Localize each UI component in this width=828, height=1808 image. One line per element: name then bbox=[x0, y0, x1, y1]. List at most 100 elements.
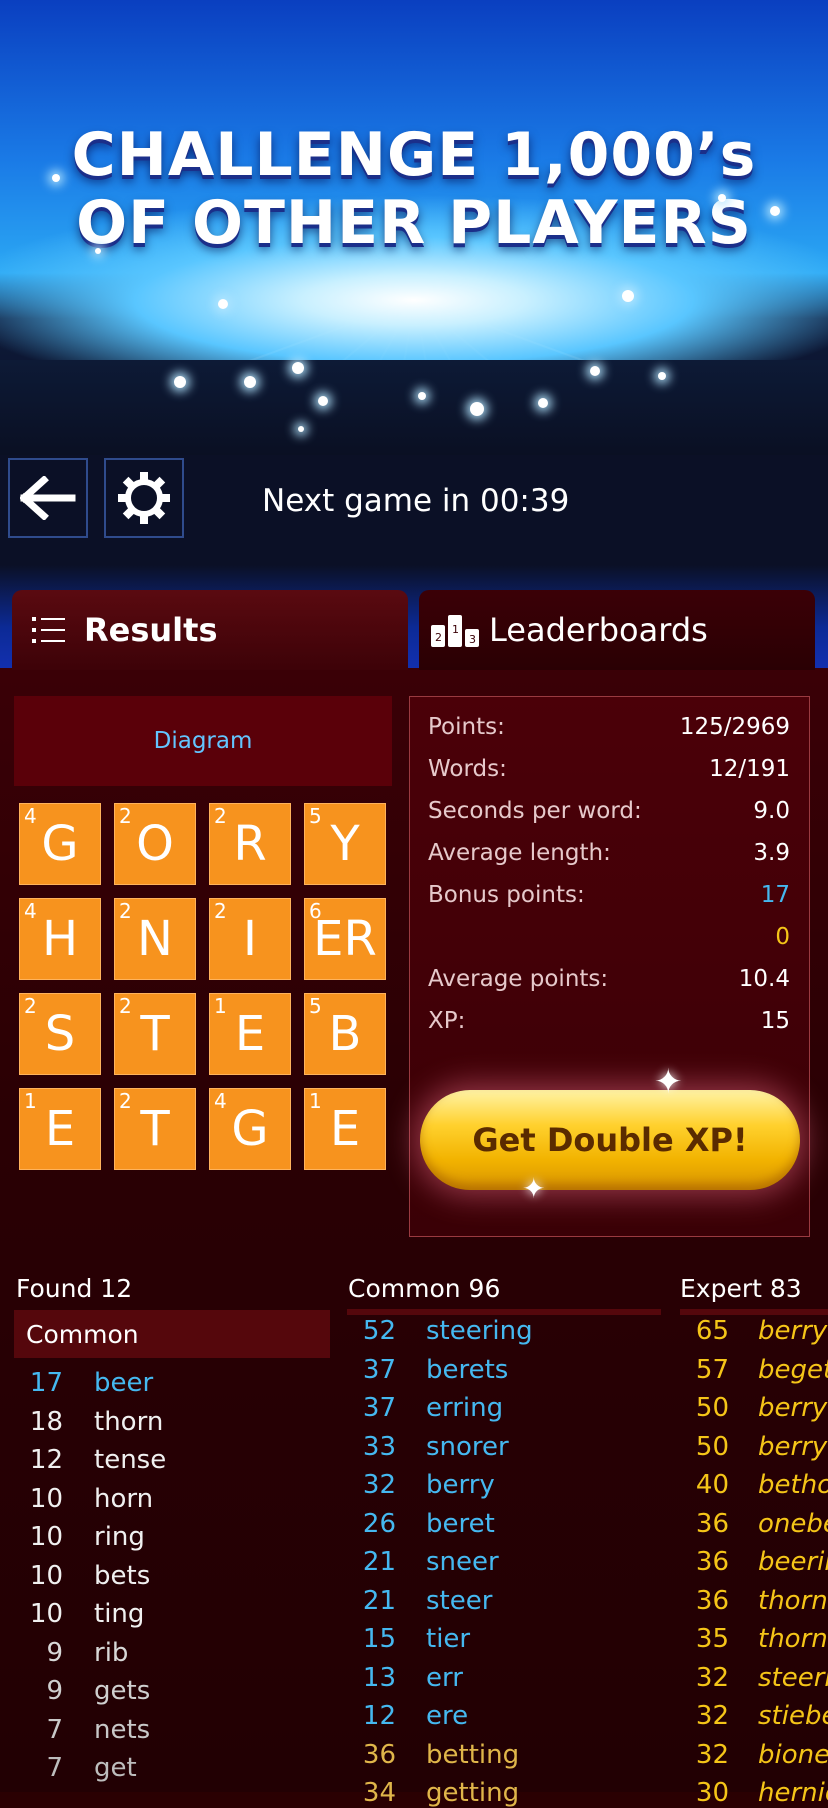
word-text: ring bbox=[94, 1522, 145, 1552]
letter-tile: 4G bbox=[19, 803, 101, 885]
word-text: getting bbox=[426, 1778, 520, 1808]
tab-results[interactable]: Results bbox=[12, 590, 408, 670]
word-score: 9 bbox=[46, 1676, 63, 1706]
tab-results-label: Results bbox=[84, 611, 218, 649]
settings-button[interactable] bbox=[104, 458, 184, 538]
stat-value: 17 bbox=[760, 882, 790, 908]
word-score: 65 bbox=[695, 1316, 729, 1346]
word-text: berry bbox=[758, 1431, 828, 1462]
word-score: 9 bbox=[46, 1637, 63, 1668]
stat-row: XP: 15 bbox=[428, 1008, 790, 1034]
tile-letter: H bbox=[41, 911, 79, 967]
word-score: 57 bbox=[695, 1354, 729, 1385]
common-divider bbox=[347, 1309, 661, 1315]
tile-letter: R bbox=[233, 816, 267, 872]
word-text: get bbox=[94, 1753, 137, 1783]
svg-text:3: 3 bbox=[469, 633, 476, 646]
word-text: thorn bbox=[758, 1624, 828, 1654]
word-text: onebe bbox=[758, 1508, 828, 1539]
word-text: rib bbox=[94, 1637, 129, 1668]
stat-row: Seconds per word: 9.0 bbox=[428, 798, 790, 824]
word-text: beget bbox=[758, 1354, 828, 1385]
stat-label: Seconds per word: bbox=[428, 798, 642, 824]
letter-tile: 2S bbox=[19, 993, 101, 1075]
stat-label: Words: bbox=[428, 756, 507, 782]
word-score: 10 bbox=[29, 1599, 63, 1629]
letter-tile: 5Y bbox=[304, 803, 386, 885]
found-header: Found 12 bbox=[16, 1274, 133, 1303]
hero-banner: CHALLENGE 1,000’s OF OTHER PLAYERS bbox=[0, 0, 828, 455]
stat-row: Points: 125/2969 bbox=[428, 714, 790, 740]
letter-tile: 2N bbox=[114, 898, 196, 980]
stat-value: 10.4 bbox=[738, 966, 790, 992]
tile-letter: E bbox=[234, 1006, 266, 1062]
letter-tile: 6 ER bbox=[304, 898, 386, 980]
diagram-label: Diagram bbox=[153, 728, 253, 754]
word-text: thorn bbox=[94, 1406, 164, 1437]
word-score: 30 bbox=[695, 1778, 729, 1808]
list-icon bbox=[32, 617, 65, 643]
tile-letter: T bbox=[140, 1101, 170, 1157]
diagram-button[interactable]: Diagram bbox=[14, 696, 392, 786]
word-text: sneer bbox=[426, 1547, 499, 1577]
stat-value: 0 bbox=[775, 924, 790, 950]
word-text: horn bbox=[94, 1483, 154, 1514]
word-text: berets bbox=[426, 1354, 509, 1385]
stat-label: Points: bbox=[428, 714, 505, 740]
word-text: berry bbox=[758, 1316, 828, 1346]
word-score: 35 bbox=[695, 1624, 729, 1654]
stat-value: 12/191 bbox=[709, 756, 790, 782]
hero-title-line1: CHALLENGE 1,000’s bbox=[71, 120, 757, 190]
word-text: gets bbox=[94, 1676, 151, 1706]
word-text: steer bbox=[426, 1585, 493, 1616]
letter-tile: 4G bbox=[209, 1088, 291, 1170]
tile-letter: N bbox=[137, 911, 173, 967]
back-button[interactable] bbox=[8, 458, 88, 538]
letter-tile: 2I bbox=[209, 898, 291, 980]
word-text: hernio bbox=[758, 1778, 828, 1808]
word-score: 17 bbox=[29, 1368, 63, 1398]
svg-text:1: 1 bbox=[452, 623, 459, 636]
word-text: beret bbox=[426, 1508, 495, 1539]
stat-label: XP: bbox=[428, 1008, 466, 1034]
word-score: 7 bbox=[46, 1714, 63, 1745]
word-score: 32 bbox=[362, 1470, 396, 1500]
word-score: 12 bbox=[362, 1701, 396, 1731]
tile-letter: T bbox=[140, 1006, 170, 1062]
letter-tile: 1E bbox=[209, 993, 291, 1075]
tab-leaderboards[interactable]: 213 Leaderboards bbox=[419, 590, 815, 670]
stat-value: 3.9 bbox=[753, 840, 790, 866]
stat-row: Words: 12/191 bbox=[428, 756, 790, 782]
svg-text:2: 2 bbox=[435, 631, 442, 644]
tile-letter: G bbox=[41, 816, 79, 872]
letter-tile: 2O bbox=[114, 803, 196, 885]
word-score: 33 bbox=[362, 1431, 396, 1462]
found-subheader: Common bbox=[26, 1320, 139, 1349]
word-score: 10 bbox=[29, 1522, 63, 1552]
letter-tile: 1E bbox=[19, 1088, 101, 1170]
word-text: stiebe bbox=[758, 1701, 828, 1731]
tile-letter: B bbox=[328, 1006, 362, 1062]
sparkle-icon: ✦ bbox=[522, 1172, 546, 1205]
word-text: bets bbox=[94, 1560, 151, 1591]
found-subheader-bar: Common bbox=[14, 1310, 330, 1358]
tile-letter: E bbox=[329, 1101, 361, 1157]
tile-letter: Y bbox=[330, 816, 360, 872]
common-header: Common 96 bbox=[348, 1274, 501, 1303]
letter-tile: 2R bbox=[209, 803, 291, 885]
double-xp-button[interactable]: Get Double XP! bbox=[420, 1090, 800, 1190]
word-score: 40 bbox=[695, 1470, 729, 1500]
stat-label: Average length: bbox=[428, 840, 611, 866]
expert-divider bbox=[680, 1309, 828, 1315]
word-text: err bbox=[426, 1662, 463, 1693]
word-score: 36 bbox=[695, 1547, 729, 1577]
word-text: tier bbox=[426, 1624, 471, 1654]
letter-tile: 2T bbox=[114, 1088, 196, 1170]
stat-row: Average length: 3.9 bbox=[428, 840, 790, 866]
word-text: beer bbox=[94, 1368, 154, 1398]
tile-letter: ER bbox=[313, 911, 377, 967]
stat-value: 125/2969 bbox=[679, 714, 790, 740]
word-text: bione bbox=[758, 1739, 828, 1770]
word-text: erring bbox=[426, 1393, 504, 1423]
word-text: betho bbox=[758, 1470, 828, 1500]
